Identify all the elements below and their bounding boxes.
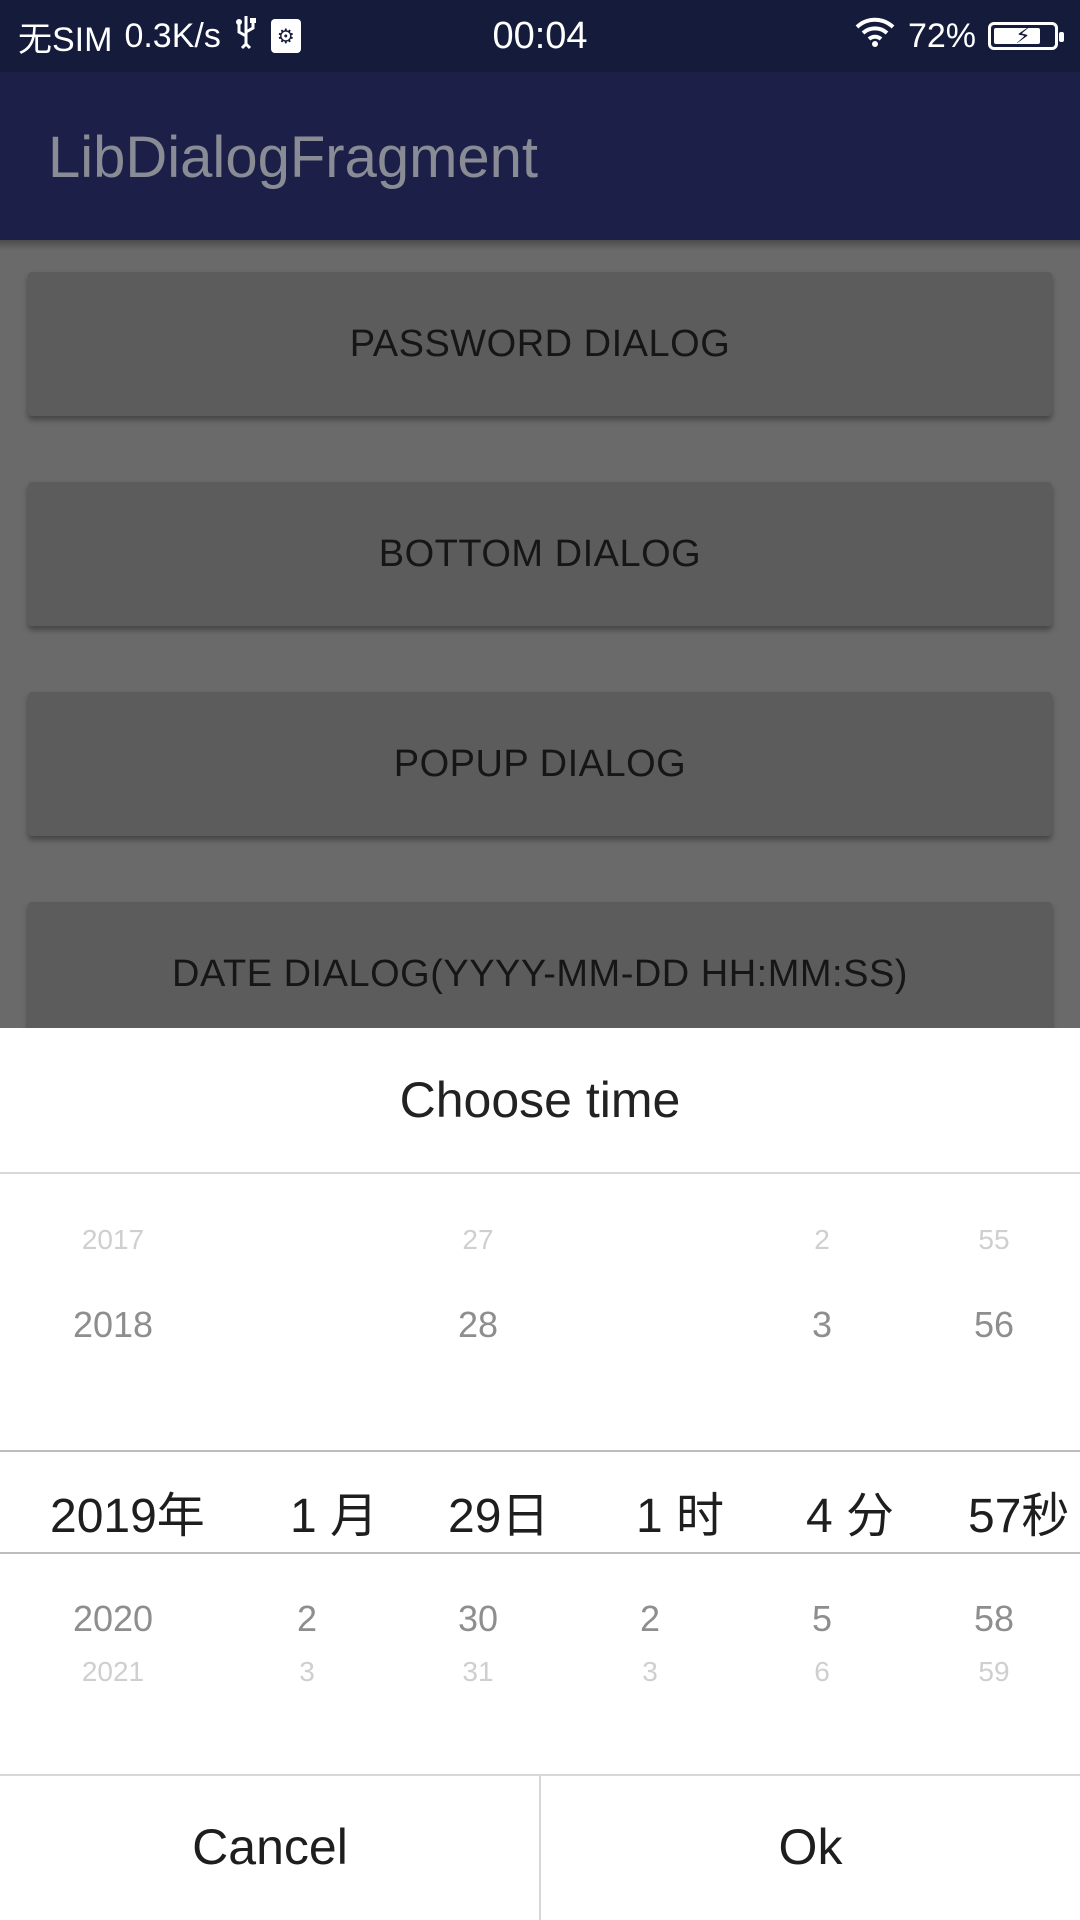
dialog-title: Choose time: [399, 1072, 681, 1128]
bottom-dialog-button[interactable]: BOTTOM DIALOG: [28, 482, 1052, 626]
wheel-item[interactable]: 2018: [40, 1304, 186, 1346]
year-selected[interactable]: 2019年: [50, 1476, 240, 1546]
wheel-item[interactable]: 2: [582, 1598, 718, 1640]
status-left: 无SIM 0.3K/s ⚙: [18, 0, 301, 72]
wheel-item[interactable]: 3: [582, 1656, 718, 1688]
status-right: 72% ⚡: [854, 0, 1064, 72]
wheel-item[interactable]: 56: [926, 1304, 1062, 1346]
wheel-item[interactable]: 3: [754, 1304, 890, 1346]
wheel-item[interactable]: 31: [410, 1656, 546, 1688]
wheel-item[interactable]: 2017: [40, 1224, 186, 1256]
wheel-item[interactable]: 58: [926, 1598, 1062, 1640]
app-title: LibDialogFragment: [48, 125, 539, 190]
wheel-item[interactable]: 2020: [40, 1598, 186, 1640]
second-selected[interactable]: 57秒: [968, 1476, 1080, 1546]
password-dialog-button[interactable]: PASSWORD DIALOG: [28, 272, 1052, 416]
app-bar: LibDialogFragment: [0, 72, 1080, 240]
battery-percent: 72%: [907, 16, 976, 55]
wheel-item[interactable]: 2021: [40, 1656, 186, 1688]
wheel-item[interactable]: 5: [754, 1598, 890, 1640]
wheel-item[interactable]: 30: [410, 1598, 546, 1640]
popup-dialog-button[interactable]: POPUP DIALOG: [28, 692, 1052, 836]
wheel-item[interactable]: 27: [410, 1224, 546, 1256]
wheel-item[interactable]: 2: [240, 1598, 374, 1640]
month-selected[interactable]: 1 月: [290, 1476, 410, 1546]
dialog-actions: Cancel Ok: [0, 1774, 1080, 1920]
status-bar: 无SIM 0.3K/s ⚙ 00:04 72% ⚡: [0, 0, 1080, 72]
cancel-button[interactable]: Cancel: [0, 1774, 540, 1920]
usb-debug-icon: ⚙: [270, 19, 301, 53]
date-dialog-button[interactable]: DATE DIALOG(YYYY-MM-DD HH:MM:SS): [28, 902, 1052, 1046]
wheel-item[interactable]: 6: [754, 1656, 890, 1688]
wifi-icon: [854, 16, 896, 57]
network-speed: 0.3K/s: [124, 16, 221, 55]
wheel-item[interactable]: 59: [926, 1656, 1062, 1688]
wheel-item[interactable]: 55: [926, 1224, 1062, 1256]
clock: 00:04: [492, 14, 588, 57]
hour-selected[interactable]: 1 时: [636, 1476, 756, 1546]
carrier-label: 无SIM: [18, 20, 113, 59]
app-bar-shadow: [0, 240, 1080, 250]
minute-selected[interactable]: 4 分: [806, 1476, 926, 1546]
wheel-item[interactable]: 28: [410, 1304, 546, 1346]
wheel-item[interactable]: 2: [754, 1224, 890, 1256]
wheel-picker[interactable]: 2017 2018 2021 2020 2019年 2 3 1 月 27 28 …: [0, 1174, 1080, 1802]
wheel-item[interactable]: 3: [240, 1656, 374, 1688]
ok-button[interactable]: Ok: [541, 1774, 1080, 1920]
usb-icon: [233, 14, 259, 59]
day-selected[interactable]: 29日: [448, 1476, 578, 1546]
battery-icon: ⚡: [988, 22, 1064, 50]
